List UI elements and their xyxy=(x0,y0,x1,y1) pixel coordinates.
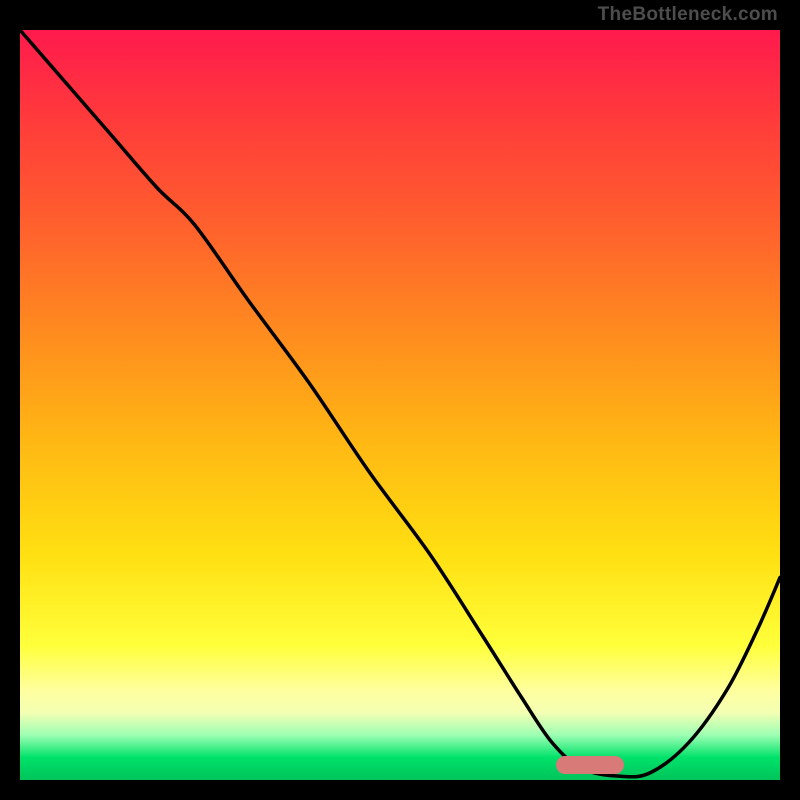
optimal-marker xyxy=(556,756,624,774)
watermark-text: TheBottleneck.com xyxy=(598,4,778,26)
bottleneck-curve xyxy=(20,30,780,780)
chart-frame: TheBottleneck.com xyxy=(0,0,800,800)
